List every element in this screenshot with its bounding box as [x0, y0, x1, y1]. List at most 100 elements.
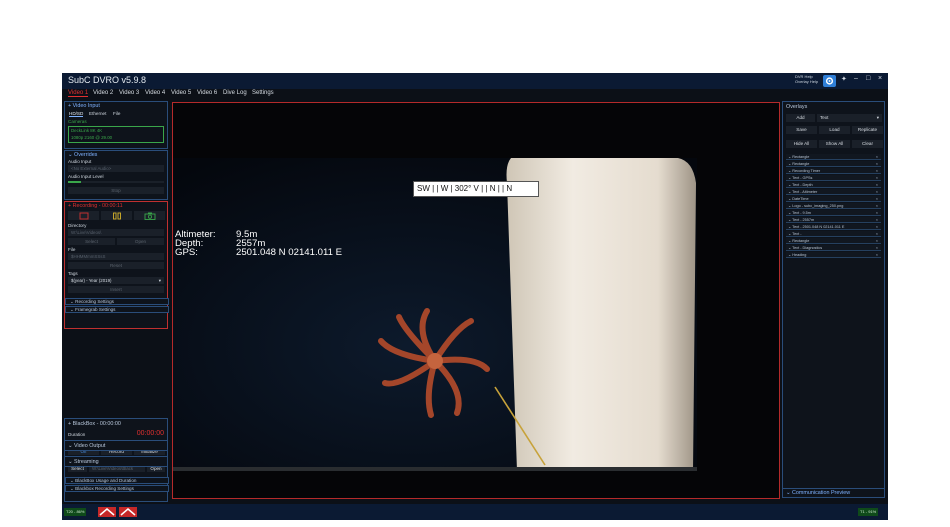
overrides-header[interactable]: ⌄ Overrides — [68, 152, 97, 158]
blackbox-recording-settings-bar[interactable]: ⌄ Blackbox Recording Settings — [65, 485, 169, 492]
status-badge-right: T1 - 91% — [858, 508, 879, 516]
dropdown-arrow-icon: ▾ — [876, 115, 879, 120]
overlay-list-item[interactable]: ⌄ Text - Altimeter × — [786, 189, 881, 195]
stop-button[interactable]: Stop — [68, 187, 164, 194]
tab-ethernet[interactable]: Ethernet — [89, 111, 106, 116]
close-button[interactable]: × — [878, 75, 882, 82]
video-preview[interactable]: Altimeter: 9.5m Depth: 2557m GPS: 2501.0… — [172, 102, 780, 499]
minimize-button[interactable]: – — [854, 75, 858, 82]
streaming-section[interactable]: ⌄ Streaming — [64, 456, 168, 467]
tab-file[interactable]: File — [113, 111, 120, 116]
pipe-structure — [506, 158, 696, 471]
tab-video-3[interactable]: Video 3 — [119, 90, 139, 96]
overlay-list-item[interactable]: ⌄ Text - × — [786, 231, 881, 237]
close-icon[interactable]: × — [876, 245, 878, 250]
tab-hd-sd[interactable]: HD/SD — [69, 111, 84, 117]
status-bar: T20 - 86% T1 - 91% — [62, 504, 888, 520]
file-name-field[interactable]: $HHMMmmSSsS — [68, 253, 164, 260]
video-output-section[interactable]: ⌄ Video Output — [64, 440, 168, 451]
settings-button[interactable] — [823, 75, 836, 87]
overlays-header: Overlays — [786, 104, 808, 110]
close-icon[interactable]: × — [876, 217, 878, 222]
overlay-item-label: Text - Altimeter — [792, 190, 818, 194]
close-icon[interactable]: × — [876, 168, 878, 173]
tab-video-6[interactable]: Video 6 — [197, 90, 217, 96]
close-icon[interactable]: × — [876, 203, 878, 208]
overlay-help-link[interactable]: Overlay Help — [795, 79, 818, 84]
streaming-header[interactable]: ⌄ Streaming — [68, 459, 99, 465]
blackbox-usage-bar[interactable]: ⌄ BlackBox Usage and Duration — [65, 477, 169, 484]
camera-mode[interactable]: 1080p 2160 @ 29.00 — [71, 135, 112, 140]
directory-field[interactable]: W:\Live\Videos\ — [68, 229, 164, 236]
recording-section: + Recording - 00:00:11 Directory W:\Live… — [64, 201, 169, 329]
video-input-header[interactable]: + Video Input — [68, 103, 100, 109]
overlay-list-item[interactable]: ⌄ Rectangle × — [786, 238, 881, 244]
directory-select-button[interactable]: Select — [68, 238, 115, 245]
close-icon[interactable]: × — [876, 224, 878, 229]
file-reset-button[interactable]: Reset — [68, 262, 164, 269]
recording-settings-bar[interactable]: ⌄ Recording Settings — [65, 298, 169, 305]
audio-input-select[interactable]: <No External Audio> — [68, 165, 164, 172]
overlay-list-item[interactable]: ⌄ Logo - subc_imaging_250.png × — [786, 203, 881, 209]
load-overlays-button[interactable]: Load — [819, 126, 850, 134]
snapshot-button[interactable] — [134, 211, 165, 220]
overlay-item-label: Text - 2557m — [792, 218, 815, 222]
overlay-list-item[interactable]: ⌄ Rectangle × — [786, 161, 881, 167]
close-icon[interactable]: × — [876, 154, 878, 159]
overlay-list-item[interactable]: ⌄ DateTime × — [786, 196, 881, 202]
record-button[interactable] — [68, 211, 99, 220]
directory-open-button[interactable]: Open — [117, 238, 164, 245]
seafloor-edge — [173, 467, 697, 471]
blackbox-header[interactable]: + BlackBox - 00:00:00 — [68, 421, 121, 427]
overlay-list-item[interactable]: ⌄ Rectangle × — [786, 154, 881, 160]
pause-button[interactable] — [101, 211, 132, 220]
close-icon[interactable]: × — [876, 238, 878, 243]
pin-icon[interactable]: ✦ — [841, 75, 847, 83]
close-icon[interactable]: × — [876, 175, 878, 180]
overlay-list-item[interactable]: ⌄ Text - GPSs × — [786, 175, 881, 181]
replicate-overlays-button[interactable]: Replicate — [852, 126, 883, 134]
hide-all-button[interactable]: Hide All — [786, 140, 817, 148]
overlay-list-item[interactable]: ⌄ Text - Depth × — [786, 182, 881, 188]
close-icon[interactable]: × — [876, 210, 878, 215]
camera-device[interactable]: DeckLink 8K 4K — [71, 128, 102, 133]
duration-label: Duration — [68, 432, 86, 437]
tags-insert-button[interactable]: Insert — [68, 286, 164, 293]
tags-select[interactable]: $(year) - Year (2019) ▾ — [68, 277, 164, 284]
tab-dive-log[interactable]: Dive Log — [223, 90, 247, 96]
tab-video-4[interactable]: Video 4 — [145, 90, 165, 96]
save-overlays-button[interactable]: Save — [786, 126, 817, 134]
pause-icon — [112, 212, 121, 220]
tab-video-2[interactable]: Video 2 — [93, 90, 113, 96]
overlay-type-select[interactable]: Text ▾ — [817, 114, 882, 122]
menu-bar: Video 1 Video 2 Video 3 Video 4 Video 5 … — [62, 89, 888, 100]
show-all-button[interactable]: Show All — [819, 140, 850, 148]
close-icon[interactable]: × — [876, 182, 878, 187]
framegrab-settings-bar[interactable]: ⌄ Framegrab Settings — [65, 306, 169, 313]
tab-video-5[interactable]: Video 5 — [171, 90, 191, 96]
overlay-list-item[interactable]: ⌄ Text - 9.5m × — [786, 210, 881, 216]
close-icon[interactable]: × — [876, 231, 878, 236]
video-output-header[interactable]: ⌄ Video Output — [68, 443, 105, 449]
add-overlay-button[interactable]: Add — [786, 114, 815, 122]
gear-icon — [825, 77, 834, 85]
close-icon[interactable]: × — [876, 189, 878, 194]
overlay-list-item[interactable]: ⌄ Recording Timer × — [786, 168, 881, 174]
close-icon[interactable]: × — [876, 161, 878, 166]
tab-settings[interactable]: Settings — [252, 90, 274, 96]
communication-preview-bar[interactable]: ⌄ Communication Preview — [782, 488, 885, 498]
overlay-list-item[interactable]: ⌄ Text - 2557m × — [786, 217, 881, 223]
overlay-list-item[interactable]: ⌄ Text - 2501.048 N 02141.011 E × — [786, 224, 881, 230]
close-icon[interactable]: × — [876, 252, 878, 257]
clear-overlays-button[interactable]: Clear — [852, 140, 883, 148]
camera-list[interactable]: DeckLink 8K 4K 1080p 2160 @ 29.00 — [68, 126, 164, 143]
overrides-section: ⌄ Overrides Audio Input <No External Aud… — [64, 150, 168, 200]
duration-value[interactable]: 00:00:00 — [137, 430, 164, 437]
overlay-item-label: Text - 9.5m — [792, 211, 811, 215]
recording-header[interactable]: + Recording - 00:00:11 — [68, 203, 123, 209]
overlay-list-item[interactable]: ⌄ Heading × — [786, 252, 881, 258]
tab-video-1[interactable]: Video 1 — [68, 90, 89, 97]
overlay-list-item[interactable]: ⌄ Text - Diagnostics × — [786, 245, 881, 251]
maximize-button[interactable]: □ — [866, 75, 870, 82]
close-icon[interactable]: × — [876, 196, 878, 201]
